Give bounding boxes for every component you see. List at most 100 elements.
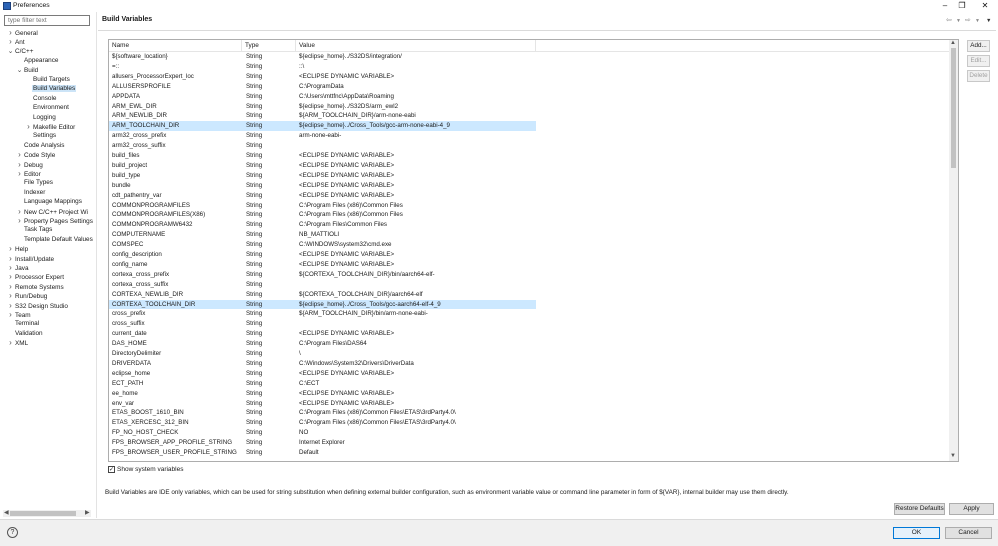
table-row[interactable]: ${software_location} String ${eclipse_home… xyxy=(109,52,536,62)
table-row[interactable]: ARM_NEWLIB_DIR String ${ARM_TOOLCHAIN_DIR}… xyxy=(109,111,536,121)
table-row[interactable]: ALLUSERSPROFILE String C:\ProgramData xyxy=(109,82,536,92)
edit-variable-button[interactable]: Edit... xyxy=(967,55,990,67)
table-row[interactable]: ETAS_XERCESC_312_BIN String C:\Program Fil… xyxy=(109,418,536,428)
tree-item[interactable]: › Run/Debug xyxy=(7,291,48,300)
expand-icon[interactable]: › xyxy=(7,291,14,300)
tree-item[interactable]: Logging xyxy=(25,113,57,122)
table-row[interactable]: CORTEXA_TOOLCHAIN_DIR String ${eclipse_hom… xyxy=(109,299,536,310)
table-row[interactable]: config_name String <ECLIPSE DYNAMIC VARIAB… xyxy=(109,260,536,270)
tree-item[interactable]: File Types xyxy=(16,178,54,187)
tree-item[interactable]: › Help xyxy=(7,244,29,253)
back-arrow-icon[interactable]: ⇦ xyxy=(946,16,952,24)
scroll-down-icon[interactable]: ▼ xyxy=(950,453,956,459)
collapse-icon[interactable]: ⌄ xyxy=(7,47,14,56)
collapse-icon[interactable]: ⌄ xyxy=(16,66,23,75)
pane-divider[interactable] xyxy=(96,12,97,518)
tree-item[interactable]: Console xyxy=(25,94,57,103)
table-row[interactable]: DirectoryDelimiter String \ xyxy=(109,349,536,359)
tree-item[interactable]: › Install/Update xyxy=(7,254,55,263)
help-icon[interactable]: ? xyxy=(7,527,18,538)
table-row[interactable]: COMMONPROGRAMFILES String C:\Program Files… xyxy=(109,201,536,211)
table-row[interactable]: FP_NO_HOST_CHECK String NO xyxy=(109,428,536,438)
restore-defaults-button[interactable]: Restore Defaults xyxy=(894,503,945,515)
table-row[interactable]: bundle String <ECLIPSE DYNAMIC VARIABLE> xyxy=(109,181,536,191)
back-dropdown-icon[interactable]: ▼ xyxy=(956,18,961,24)
table-row[interactable]: build_project String <ECLIPSE DYNAMIC VARI… xyxy=(109,161,536,171)
table-row[interactable]: FPS_BROWSER_USER_PROFILE_STRING String Def… xyxy=(109,448,536,458)
expand-icon[interactable]: › xyxy=(16,207,23,216)
expand-icon[interactable]: › xyxy=(7,301,14,310)
table-row[interactable]: arm32_cross_suffix String xyxy=(109,141,536,151)
expand-icon[interactable]: › xyxy=(7,338,14,347)
expand-icon[interactable]: › xyxy=(7,37,14,46)
view-menu-icon[interactable]: ▼ xyxy=(986,18,991,24)
table-row[interactable]: ee_home String <ECLIPSE DYNAMIC VARIABLE> xyxy=(109,389,536,399)
tree-item[interactable]: › Java xyxy=(7,263,30,272)
table-row[interactable]: eclipse_home String <ECLIPSE DYNAMIC VARIA… xyxy=(109,369,536,379)
tree-item[interactable]: › Remote Systems xyxy=(7,282,65,291)
expand-icon[interactable]: › xyxy=(7,28,14,37)
expand-icon[interactable]: › xyxy=(16,169,23,178)
table-row[interactable]: cortexa_cross_prefix String ${CORTEXA_TOOL… xyxy=(109,270,536,280)
table-row[interactable]: CORTEXA_NEWLIB_DIR String ${CORTEXA_TOOLCH… xyxy=(109,290,536,300)
scroll-left-icon[interactable]: ◀ xyxy=(4,509,9,516)
table-row[interactable]: current_date String <ECLIPSE DYNAMIC VARIA… xyxy=(109,329,536,339)
table-row[interactable]: COMMONPROGRAMFILES(X86) String C:\Program … xyxy=(109,210,536,220)
table-scroll-thumb[interactable] xyxy=(951,48,956,168)
table-row[interactable]: env_var String <ECLIPSE DYNAMIC VARIABLE> xyxy=(109,399,536,409)
filter-input[interactable] xyxy=(4,15,90,26)
expand-icon[interactable]: › xyxy=(16,150,23,159)
expand-icon[interactable]: › xyxy=(16,216,23,225)
table-row[interactable]: ETAS_BOOST_1610_BIN String C:\Program File… xyxy=(109,408,536,418)
table-row[interactable]: cortexa_cross_suffix String xyxy=(109,280,536,290)
cancel-button[interactable]: Cancel xyxy=(945,527,992,539)
scroll-right-icon[interactable]: ▶ xyxy=(85,509,90,516)
table-row[interactable]: arm32_cross_prefix String arm-none-eabi- xyxy=(109,131,536,141)
table-row[interactable]: config_description String <ECLIPSE DYNAMIC… xyxy=(109,250,536,260)
minimize-icon[interactable]: – xyxy=(939,1,951,11)
tree-item[interactable]: › Ant xyxy=(7,37,26,46)
tree-item[interactable]: Language Mappings xyxy=(16,197,83,206)
tree-item[interactable]: Appearance xyxy=(16,56,59,65)
forward-arrow-icon[interactable]: ⇨ xyxy=(965,16,971,24)
tree-item[interactable]: Environment xyxy=(25,103,70,112)
ok-button[interactable]: OK xyxy=(893,527,940,539)
tree-item[interactable]: › Processor Expert xyxy=(7,272,65,281)
restore-icon[interactable]: ❐ xyxy=(956,1,968,11)
table-row[interactable]: =:: String::\ xyxy=(109,62,536,72)
table-row[interactable]: COMPUTERNAME String NB_MATTIOLI xyxy=(109,230,536,240)
column-header-name[interactable]: Name xyxy=(109,40,242,52)
tree-item[interactable]: › S32 Design Studio xyxy=(7,301,69,310)
tree-item[interactable]: › Editor xyxy=(16,169,42,178)
tree-item[interactable]: Code Analysis xyxy=(16,141,66,150)
forward-dropdown-icon[interactable]: ▼ xyxy=(975,18,980,24)
apply-button[interactable]: Apply xyxy=(949,503,994,515)
table-row[interactable]: FPS_BROWSER_APP_PROFILE_STRING String Inte… xyxy=(109,438,536,448)
tree-item[interactable]: Build Variables xyxy=(25,84,77,93)
table-row[interactable]: APPDATA String C:\Users\mttfnc\AppData\Roa… xyxy=(109,92,536,102)
table-vertical-scrollbar[interactable]: ▲ ▼ xyxy=(949,40,958,461)
table-row[interactable]: COMMONPROGRAMW6432 String C:\Program Files… xyxy=(109,220,536,230)
tree-item[interactable]: › Makefile Editor xyxy=(25,122,76,131)
table-row[interactable]: ARM_EWL_DIR String ${eclipse_home}../S32DS… xyxy=(109,102,536,112)
table-row[interactable]: DAS_HOME String C:\Program Files\DAS64 xyxy=(109,339,536,349)
tree-item[interactable]: › New C/C++ Project Wi xyxy=(16,207,89,216)
table-row[interactable]: DRIVERDATA String C:\Windows\System32\Driv… xyxy=(109,359,536,369)
tree-item[interactable]: › Team xyxy=(7,310,32,319)
expand-icon[interactable]: › xyxy=(7,263,14,272)
column-header-value[interactable]: Value xyxy=(296,40,536,52)
tree-item[interactable]: › Code Style xyxy=(16,150,56,159)
tree-horizontal-scrollbar[interactable]: ◀ ▶ xyxy=(3,510,91,517)
scroll-thumb[interactable] xyxy=(10,511,76,516)
expand-icon[interactable]: › xyxy=(7,254,14,263)
tree-item[interactable]: Terminal xyxy=(7,319,40,328)
tree-item[interactable]: Template Default Values xyxy=(16,235,94,244)
tree-item[interactable]: Task Tags xyxy=(16,225,53,234)
table-row[interactable]: allusers_ProcessorExpert_loc String <ECLIP… xyxy=(109,72,536,82)
tree-item[interactable]: ⌄ C/C++ xyxy=(7,47,34,56)
delete-variable-button[interactable]: Delete xyxy=(967,70,990,82)
tree-item[interactable]: › Property Pages Settings xyxy=(16,216,94,225)
table-row[interactable]: cross_prefix String ${ARM_TOOLCHAIN_DIR}/b… xyxy=(109,309,536,319)
checkbox-box[interactable]: ✓ xyxy=(108,466,115,473)
tree-item[interactable]: Indexer xyxy=(16,188,46,197)
